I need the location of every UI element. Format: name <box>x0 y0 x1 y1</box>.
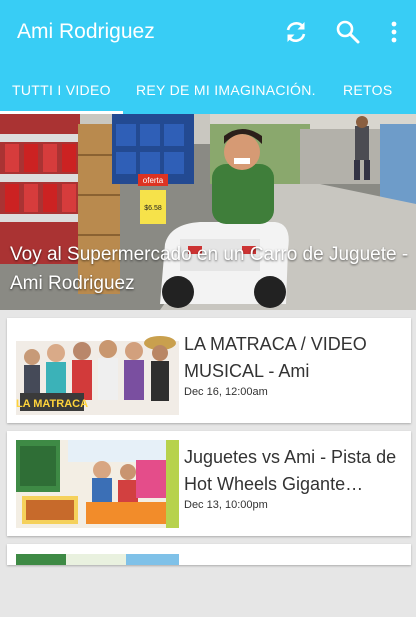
refresh-icon <box>286 22 306 42</box>
more-vert-icon <box>391 21 397 43</box>
refresh-button[interactable] <box>278 14 314 50</box>
search-button[interactable] <box>330 14 366 50</box>
video-date: Dec 16, 12:00am <box>184 386 268 398</box>
search-icon <box>336 20 360 44</box>
overflow-menu-button[interactable] <box>376 14 412 50</box>
video-card[interactable]: Juguetes vs Ami - Pista de Hot Wheels Gi… <box>7 431 411 536</box>
app-bar: Ami Rodriguez <box>0 0 416 65</box>
featured-video-title: Voy al Supermercado en un Carro de Jugue… <box>10 244 409 294</box>
video-thumbnail: LA MATRACA <box>16 327 179 415</box>
tab-retos[interactable]: RETOS <box>343 65 392 114</box>
tab-all-videos[interactable]: TUTTI I VIDEO <box>12 65 111 114</box>
video-card[interactable]: LA MATRACA LA MATRACA / VIDEO MUSICAL - … <box>7 318 411 423</box>
app-title: Ami Rodriguez <box>17 20 155 43</box>
video-card[interactable] <box>7 544 411 565</box>
featured-video[interactable]: oferta $6.58 Voy al Supermercado en un C… <box>0 114 416 310</box>
video-thumbnail <box>16 553 179 565</box>
tab-bar: TUTTI I VIDEO REY DE MI IMAGINACIÓN. RET… <box>0 65 416 114</box>
tab-rey-de-mi-imaginacion[interactable]: REY DE MI IMAGINACIÓN. <box>136 65 316 114</box>
price-sign-text: $6.58 <box>144 205 162 212</box>
video-date: Dec 13, 10:00pm <box>184 499 268 511</box>
video-title: LA MATRACA / VIDEO MUSICAL - Ami <box>184 334 367 381</box>
video-thumbnail <box>16 440 179 528</box>
thumbnail-caption: LA MATRACA <box>16 398 88 410</box>
video-title: Juguetes vs Ami - Pista de Hot Wheels Gi… <box>184 447 397 494</box>
offer-sign-text: oferta <box>143 176 164 185</box>
